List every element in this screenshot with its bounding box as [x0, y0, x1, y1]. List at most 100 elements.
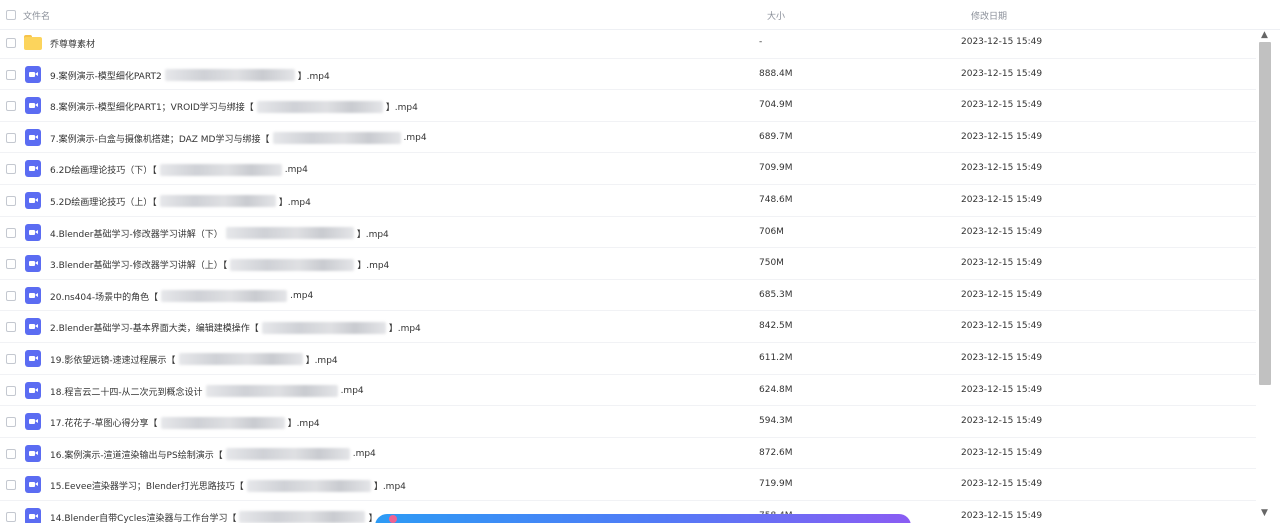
- file-name[interactable]: 7.案例演示-白盒与摄像机搭建；DAZ MD学习与绑接【 .mp4: [50, 132, 427, 145]
- video-file-icon: [25, 476, 41, 494]
- file-name[interactable]: 20.ns404-场景中的角色【 .mp4: [50, 290, 313, 303]
- scrollbar-thumb[interactable]: [1259, 42, 1271, 385]
- video-file-icon: [25, 65, 41, 83]
- row-checkbox[interactable]: [6, 385, 16, 396]
- video-file-icon: [25, 349, 41, 367]
- row-checkbox[interactable]: [6, 448, 16, 459]
- file-name[interactable]: 4.Blender基础学习-修改器学习讲解（下） 】.mp4: [50, 227, 389, 240]
- redacted-text: [164, 69, 295, 82]
- file-extension-text: 】.mp4: [388, 324, 421, 335]
- file-row[interactable]: 6.2D绘画理论技巧（下）【 .mp4 709.9M 2023-12-15 15:49: [0, 153, 1256, 185]
- video-file-icon: [25, 413, 41, 431]
- video-file-icon: [25, 255, 41, 273]
- row-checkbox[interactable]: [6, 38, 16, 48]
- file-extension-text: .mp4: [290, 291, 314, 302]
- file-modified-date: 2023-12-15 15:49: [961, 447, 1043, 458]
- row-checkbox[interactable]: [6, 290, 16, 301]
- video-file-icon: [25, 381, 41, 399]
- select-all-checkbox[interactable]: [6, 10, 16, 20]
- redacted-text: [256, 100, 383, 113]
- file-row[interactable]: 7.案例演示-白盒与摄像机搭建；DAZ MD学习与绑接【 .mp4 689.7M 20…: [0, 122, 1256, 154]
- redacted-text: [205, 385, 338, 398]
- row-checkbox[interactable]: [6, 101, 16, 112]
- file-size: 748.6M: [759, 194, 793, 205]
- column-header-size[interactable]: 大小: [767, 9, 785, 22]
- row-checkbox[interactable]: [6, 480, 16, 491]
- file-row[interactable]: 5.2D绘画理论技巧（上）【 】.mp4 748.6M 2023-12-15 15:4…: [0, 185, 1256, 217]
- file-size: 719.9M: [759, 479, 793, 490]
- row-checkbox[interactable]: [6, 259, 16, 270]
- row-checkbox[interactable]: [6, 69, 16, 80]
- file-modified-date: 2023-12-15 15:49: [961, 100, 1043, 111]
- redacted-text: [178, 353, 303, 366]
- file-name[interactable]: 16.案例演示-渲道渲染输出与PS绘制演示【 .mp4: [50, 448, 376, 461]
- file-name[interactable]: 19.影依望远镜-速速过程展示【 】.mp4: [50, 353, 338, 366]
- file-name[interactable]: 14.Blender自带Cycles渲染器与工作台学习【】.mp4: [50, 511, 401, 523]
- file-size: 888.4M: [759, 68, 793, 79]
- row-checkbox[interactable]: [6, 322, 16, 333]
- file-name[interactable]: 3.Blender基础学习-修改器学习讲解（上）【 】.mp4: [50, 258, 389, 271]
- file-name-text: 14.Blender自带Cycles渲染器与工作台学习【: [50, 513, 237, 523]
- file-name-text: 7.案例演示-白盒与摄像机搭建；DAZ MD学习与绑接【: [50, 134, 270, 145]
- row-checkbox[interactable]: [6, 511, 16, 522]
- file-modified-date: 2023-12-15 15:49: [961, 321, 1043, 332]
- file-row[interactable]: 2.Blender基础学习-基本界面大类，编辑建模操作【 】.mp4 842.5M 2…: [0, 311, 1256, 343]
- file-row[interactable]: 16.案例演示-渲道渲染输出与PS绘制演示【 .mp4 872.6M 2023-12-…: [0, 438, 1256, 470]
- file-size: 750M: [759, 258, 784, 269]
- file-row[interactable]: 20.ns404-场景中的角色【 .mp4 685.3M 2023-12-15 15:…: [0, 280, 1256, 312]
- file-modified-date: 2023-12-15 15:49: [961, 163, 1043, 174]
- redacted-text: [230, 258, 355, 271]
- file-modified-date: 2023-12-15 15:49: [961, 258, 1043, 269]
- redacted-text: [246, 479, 371, 492]
- file-name[interactable]: 6.2D绘画理论技巧（下）【 .mp4: [50, 163, 308, 176]
- scroll-down-arrow-icon[interactable]: ▼: [1261, 508, 1268, 518]
- file-name[interactable]: 18.程言云二十四-从二次元到概念设计 .mp4: [50, 385, 364, 398]
- file-modified-date: 2023-12-15 15:49: [961, 384, 1043, 395]
- file-row[interactable]: 15.Eevee渲染器学习；Blender打光思路技巧【 】.mp4 719.9M 2…: [0, 469, 1256, 501]
- file-row[interactable]: 3.Blender基础学习-修改器学习讲解（上）【 】.mp4 750M 2023-1…: [0, 248, 1256, 280]
- file-extension-text: 】.mp4: [305, 355, 338, 366]
- file-size: -: [759, 37, 763, 47]
- file-name[interactable]: 5.2D绘画理论技巧（上）【 】.mp4: [50, 195, 311, 208]
- file-name[interactable]: 8.案例演示-模型细化PART1；VROID学习与绑接【 】.mp4: [50, 100, 418, 113]
- file-name[interactable]: 15.Eevee渲染器学习；Blender打光思路技巧【 】.mp4: [50, 479, 406, 492]
- file-size: 611.2M: [759, 352, 793, 363]
- redacted-text: [239, 511, 366, 523]
- file-name[interactable]: 9.案例演示-模型细化PART2 】.mp4: [50, 69, 330, 82]
- file-extension-text: 】.mp4: [278, 197, 311, 208]
- scroll-up-arrow-icon[interactable]: ▲: [1261, 30, 1268, 40]
- file-row[interactable]: 19.影依望远镜-速速过程展示【 】.mp4 611.2M 2023-12-15 15…: [0, 343, 1256, 375]
- column-header-date[interactable]: 修改日期: [971, 9, 1007, 22]
- file-row[interactable]: 乔尊尊素材 - 2023-12-15 15:49: [0, 27, 1256, 59]
- row-checkbox[interactable]: [6, 417, 16, 428]
- file-extension-text: 】.mp4: [287, 419, 320, 430]
- file-extension-text: 】.mp4: [297, 71, 330, 82]
- file-row[interactable]: 8.案例演示-模型细化PART1；VROID学习与绑接【 】.mp4 704.9M 2…: [0, 90, 1256, 122]
- row-checkbox[interactable]: [6, 195, 16, 206]
- file-extension-text: 】.mp4: [357, 261, 390, 272]
- file-modified-date: 2023-12-15 15:49: [961, 37, 1043, 47]
- file-size: 685.3M: [759, 289, 793, 300]
- file-extension-text: 】.mp4: [373, 482, 406, 493]
- file-name[interactable]: 2.Blender基础学习-基本界面大类，编辑建模操作【 】.mp4: [50, 321, 421, 334]
- video-file-icon: [25, 286, 41, 304]
- row-checkbox[interactable]: [6, 164, 16, 175]
- file-row[interactable]: 17.花花子-草图心得分享【 】.mp4 594.3M 2023-12-15 15:4…: [0, 406, 1256, 438]
- file-name[interactable]: 17.花花子-草图心得分享【 】.mp4: [50, 416, 320, 429]
- file-size: 594.3M: [759, 416, 793, 427]
- redacted-text: [225, 448, 350, 461]
- column-header-name[interactable]: 文件名: [23, 9, 50, 22]
- folder-icon: [24, 34, 42, 51]
- promo-banner[interactable]: [375, 514, 911, 523]
- file-row[interactable]: 9.案例演示-模型细化PART2 】.mp4 888.4M 2023-12-15 15…: [0, 59, 1256, 91]
- row-checkbox[interactable]: [6, 132, 16, 143]
- file-row[interactable]: 4.Blender基础学习-修改器学习讲解（下） 】.mp4 706M 2023-12…: [0, 217, 1256, 249]
- row-checkbox[interactable]: [6, 227, 16, 238]
- file-name[interactable]: 乔尊尊素材: [50, 37, 95, 50]
- video-file-icon: [25, 191, 41, 209]
- file-modified-date: 2023-12-15 15:49: [961, 416, 1043, 427]
- file-row[interactable]: 18.程言云二十四-从二次元到概念设计 .mp4 624.8M 2023-12-15 …: [0, 375, 1256, 407]
- file-extension-text: 】.mp4: [385, 103, 418, 114]
- file-name-text: 6.2D绘画理论技巧（下）【: [50, 166, 157, 177]
- row-checkbox[interactable]: [6, 353, 16, 364]
